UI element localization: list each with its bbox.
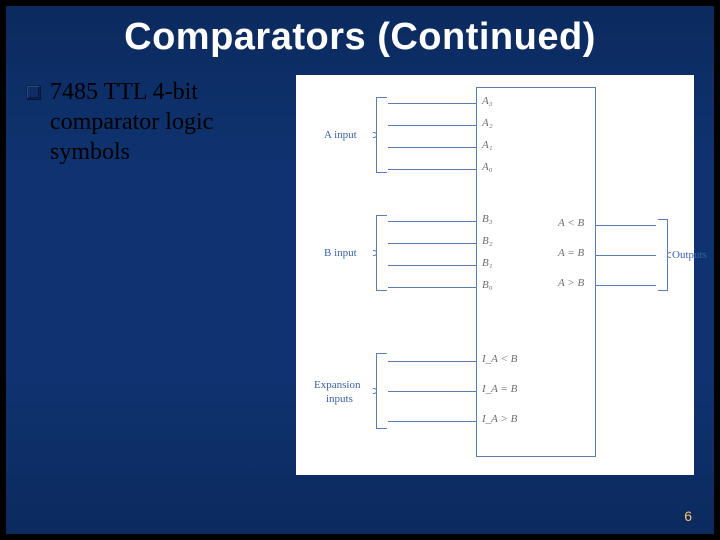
- wire: [388, 147, 476, 148]
- chip-body: [476, 87, 596, 457]
- pin-a2: A₂: [482, 117, 493, 129]
- pin-exp-eq: I_A = B: [482, 383, 517, 395]
- pin-a1: A₁: [482, 139, 493, 151]
- comparator-figure: A input A₃ A₂ A₁ A₀ B input B₃ B₂ B₁ B₀: [296, 75, 694, 475]
- pin-b0: B₀: [482, 279, 493, 291]
- outputs-label: Outputs: [672, 249, 707, 261]
- brace-expansion: [376, 353, 386, 429]
- wire: [596, 285, 656, 286]
- wire: [388, 221, 476, 222]
- pin-b1: B₁: [482, 257, 493, 269]
- pin-exp-lt: I_A < B: [482, 353, 517, 365]
- expansion-label-2: inputs: [326, 393, 353, 405]
- wire: [388, 125, 476, 126]
- a-input-label: A input: [324, 129, 357, 141]
- wire: [388, 265, 476, 266]
- b-input-label: B input: [324, 247, 357, 259]
- pin-exp-gt: I_A > B: [482, 413, 517, 425]
- brace-outputs: [658, 219, 668, 291]
- bullet-item: 7485 TTL 4-bit comparator logic symbols: [26, 75, 286, 475]
- page-number: 6: [684, 508, 692, 524]
- pin-out-gt: A > B: [558, 277, 584, 289]
- pin-a0: A₀: [482, 161, 493, 173]
- brace-b-input: [376, 215, 386, 291]
- wire: [388, 361, 476, 362]
- pin-out-lt: A < B: [558, 217, 584, 229]
- wire: [388, 391, 476, 392]
- slide-title: Comparators (Continued): [26, 16, 694, 59]
- wire: [388, 243, 476, 244]
- wire: [388, 421, 476, 422]
- square-bullet-icon: [26, 85, 40, 99]
- pin-b3: B₃: [482, 213, 493, 225]
- wire: [388, 287, 476, 288]
- pin-b2: B₂: [482, 235, 493, 247]
- wire: [596, 225, 656, 226]
- wire: [388, 103, 476, 104]
- brace-a-input: [376, 97, 386, 173]
- slide: Comparators (Continued) 7485 TTL 4-bit c…: [6, 6, 714, 534]
- pin-a3: A₃: [482, 95, 493, 107]
- bullet-text: 7485 TTL 4-bit comparator logic symbols: [50, 77, 286, 167]
- wire: [388, 169, 476, 170]
- wire: [596, 255, 656, 256]
- expansion-label-1: Expansion: [314, 379, 360, 391]
- pin-out-eq: A = B: [558, 247, 584, 259]
- content-row: 7485 TTL 4-bit comparator logic symbols …: [26, 75, 694, 475]
